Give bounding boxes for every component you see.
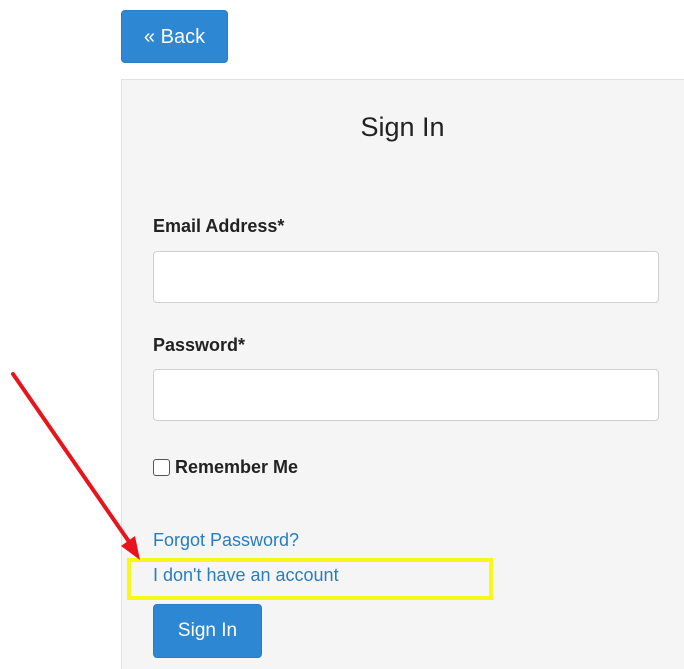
password-field[interactable] — [153, 369, 659, 421]
remember-me[interactable]: Remember Me — [153, 457, 298, 478]
email-field[interactable] — [153, 251, 659, 303]
back-button[interactable]: « Back — [121, 10, 228, 63]
forgot-password-link[interactable]: Forgot Password? — [153, 530, 299, 551]
remember-me-checkbox[interactable] — [153, 459, 170, 476]
sign-in-button[interactable]: Sign In — [153, 604, 262, 658]
email-label: Email Address* — [153, 216, 285, 236]
highlight-annotation — [127, 558, 493, 600]
page-title: Sign In — [360, 112, 445, 142]
remember-me-label: Remember Me — [175, 457, 299, 477]
password-label: Password* — [153, 335, 246, 355]
